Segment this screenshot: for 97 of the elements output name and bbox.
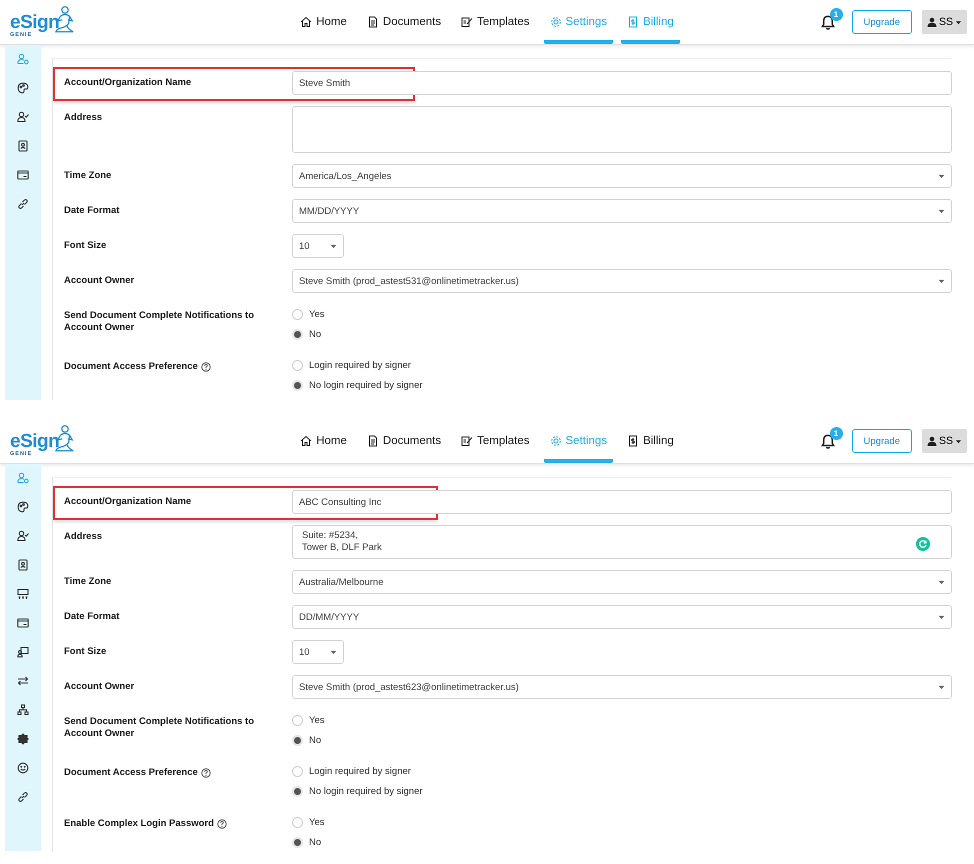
document-icon [366,16,379,28]
sitemap-icon[interactable] [17,704,29,716]
radio-option[interactable]: Login required by signer [292,761,423,781]
radio-option[interactable]: No [292,324,324,344]
radio-option[interactable]: Yes [292,812,324,832]
select-field[interactable]: 10 [292,234,344,258]
nav-tab[interactable]: Templates [455,0,536,44]
invoice-icon [627,435,640,447]
caret-icon [938,684,945,690]
caret-icon [938,208,945,214]
radio-option[interactable]: Login required by signer [292,355,423,375]
radio-option[interactable]: No [292,832,324,852]
field-label: Font Size [64,646,106,658]
select-field[interactable]: Steve Smith (prod_astest623@onlinetimetracker.us) [292,675,952,699]
help-icon[interactable] [200,768,211,778]
caret-icon [330,244,337,248]
team-icon[interactable] [17,588,29,600]
radio-option[interactable]: No login required by signer [292,375,423,395]
field-label: Date Format [64,611,120,623]
link-icon[interactable] [17,791,29,803]
caret-icon [330,650,337,654]
nav-tab[interactable]: Templates [455,419,536,463]
card-icon[interactable] [17,617,29,629]
invoice-icon [627,16,640,28]
edit-document-icon [461,435,474,447]
field-label: Account Owner [64,275,134,287]
upgrade-button[interactable]: Upgrade [852,10,912,34]
document-icon [366,435,379,447]
user-menu[interactable]: SS [922,429,967,453]
caret-icon [955,438,962,444]
arrows-icon[interactable] [17,675,29,687]
field-label: Send Document Complete Notifications to Account Owner [64,310,256,334]
badge-icon[interactable] [17,733,29,745]
home-icon [300,435,312,447]
home-icon [300,16,312,28]
text-field[interactable]: ABC Consulting Inc [292,490,952,514]
contact-icon[interactable] [17,140,29,152]
contact-icon[interactable] [17,559,29,571]
field-label: Address [64,531,102,543]
nav-tab[interactable]: Documents [360,0,448,44]
smiley-icon[interactable] [17,762,29,774]
caret-icon [938,580,945,584]
settings-icon [550,16,562,28]
field-label: Send Document Complete Notifications to Account Owner [64,716,256,740]
logo-name[interactable]: eSign [10,432,60,450]
field-label: Time Zone [64,170,112,182]
select-field[interactable]: Steve Smith (prod_astest531@onlinetimetracker.us) [292,269,952,293]
select-field[interactable]: 10 [292,640,344,664]
nav-tab[interactable]: Documents [360,419,448,463]
field-label: Document Access Preference [64,767,198,779]
field-label: Document Access Preference [64,361,198,373]
caret-icon [938,614,945,620]
nav-tab[interactable]: Home [294,419,353,463]
monitor-user-icon[interactable] [17,646,29,658]
field-label: Date Format [64,205,120,217]
edit-document-icon [461,16,474,28]
field-label: Font Size [64,240,106,252]
upgrade-button[interactable]: Upgrade [852,429,912,453]
field-label: Account/Organization Name [64,77,192,89]
radio-option[interactable]: No login required by signer [292,781,423,801]
field-label: Address [64,112,102,124]
help-icon[interactable] [200,362,211,372]
notification-count: 1 [830,8,843,21]
address-field[interactable] [292,106,952,153]
user-check-icon[interactable] [17,111,29,123]
user-icon [926,436,937,446]
notification-count: 1 [830,427,843,440]
link-icon[interactable] [17,198,29,210]
bell-icon[interactable] [818,13,837,31]
select-field[interactable]: MM/DD/YYYY [292,199,952,223]
caret-icon [938,278,945,284]
bell-icon[interactable] [818,432,837,450]
address-field[interactable]: Suite: #5234, Tower B, DLF Park [292,525,952,559]
user-menu[interactable]: SS [922,10,967,34]
field-label: Account/Organization Name [64,496,192,508]
field-label: Time Zone [64,576,112,588]
radio-option[interactable]: No [292,730,324,750]
field-label: Account Owner [64,681,134,693]
field-label: Enable Complex Login Password [64,818,214,830]
caret-icon [938,174,945,178]
select-field[interactable]: DD/MM/YYYY [292,605,952,629]
help-icon[interactable] [216,819,227,829]
palette-icon[interactable] [17,501,29,513]
user-icon [926,17,937,27]
caret-icon [955,18,962,26]
nav-tab[interactable]: Home [294,0,353,44]
radio-option[interactable]: Yes [292,304,324,324]
select-field[interactable]: America/Los_Angeles [292,164,952,188]
select-field[interactable]: Australia/Melbourne [292,570,952,594]
user-check-icon[interactable] [17,530,29,542]
palette-icon[interactable] [17,82,29,94]
card-icon[interactable] [17,169,29,181]
logo-name[interactable]: eSign [10,14,60,32]
settings-icon [550,435,562,447]
radio-option[interactable]: Yes [292,710,324,730]
text-field[interactable]: Steve Smith [292,71,952,95]
nav-tab[interactable]: Billing [621,419,680,463]
